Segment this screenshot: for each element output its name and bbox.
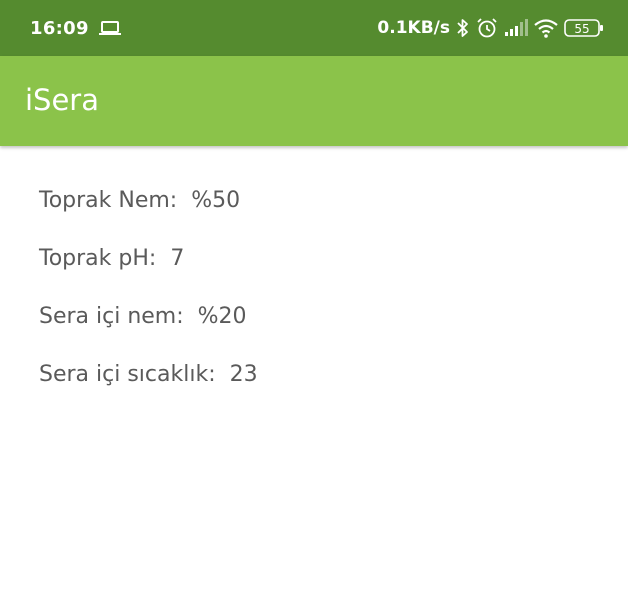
app-title: iSera bbox=[25, 83, 100, 117]
network-speed: 0.1KB/s bbox=[377, 18, 450, 38]
reading-label: Sera içi sıcaklık: bbox=[39, 362, 216, 387]
status-right-group: 0.1KB/s 55 bbox=[377, 0, 604, 56]
battery-level: 55 bbox=[574, 22, 589, 36]
reading-value: 23 bbox=[229, 362, 258, 387]
app-bar: iSera bbox=[0, 56, 628, 146]
laptop-icon bbox=[98, 20, 121, 36]
alarm-icon bbox=[476, 17, 498, 39]
battery-icon: 55 bbox=[564, 18, 604, 38]
bluetooth-icon bbox=[456, 18, 470, 38]
status-left-group: 16:09 bbox=[30, 0, 121, 56]
signal-icon bbox=[504, 19, 528, 37]
wifi-icon bbox=[534, 18, 558, 38]
reading-value: 7 bbox=[170, 246, 185, 271]
readings-list: Toprak Nem: %50 Toprak pH: 7 Sera içi nem:… bbox=[39, 185, 599, 417]
reading-label: Sera içi nem: bbox=[39, 304, 184, 329]
reading-label: Toprak Nem: bbox=[39, 188, 178, 213]
status-bar: 16:09 0.1KB/s 55 bbox=[0, 0, 628, 56]
reading-greenhouse-temperature: Sera içi sıcaklık: 23 bbox=[39, 359, 599, 417]
reading-value: %50 bbox=[191, 188, 241, 213]
reading-soil-ph: Toprak pH: 7 bbox=[39, 243, 599, 301]
status-time: 16:09 bbox=[30, 17, 89, 39]
reading-greenhouse-humidity: Sera içi nem: %20 bbox=[39, 301, 599, 359]
reading-label: Toprak pH: bbox=[39, 246, 157, 271]
reading-soil-moisture: Toprak Nem: %50 bbox=[39, 185, 599, 243]
reading-value: %20 bbox=[197, 304, 247, 329]
